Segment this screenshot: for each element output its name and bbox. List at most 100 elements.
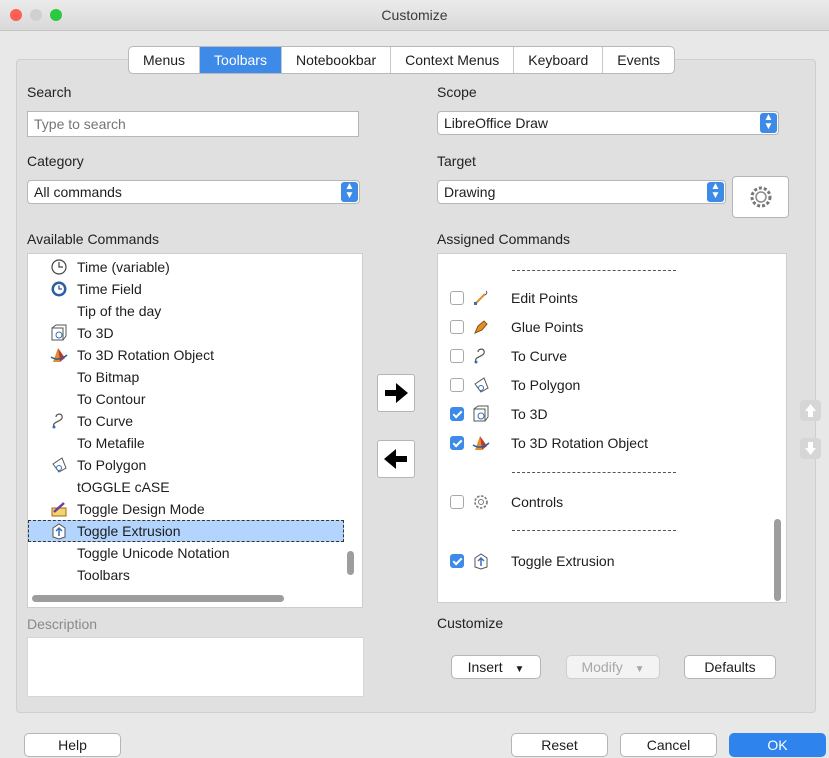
tab-context-menus[interactable]: Context Menus: [391, 47, 515, 73]
insert-dropdown-button[interactable]: Insert ▼: [451, 655, 541, 679]
design-mode-icon: [50, 500, 67, 517]
list-item-label: To Metafile: [77, 435, 145, 451]
polygon-icon: [472, 376, 489, 393]
tab-keyboard[interactable]: Keyboard: [514, 47, 604, 73]
tab-bar: Menus Toolbars Notebookbar Context Menus…: [128, 46, 676, 74]
list-item-label: tOGGLE cASE: [77, 479, 170, 495]
remove-command-button[interactable]: [377, 440, 415, 478]
reset-button[interactable]: Reset: [511, 733, 608, 757]
customize-label: Customize: [437, 615, 504, 631]
modify-label: Modify: [581, 659, 623, 675]
modify-dropdown-button[interactable]: Modify ▼: [566, 655, 660, 679]
tab-menus[interactable]: Menus: [129, 47, 201, 73]
list-item-label: Toggle Extrusion: [77, 523, 181, 539]
dropdown-arrow-icon: ▼: [514, 664, 525, 675]
edit-points-icon: [472, 289, 488, 305]
checkbox[interactable]: [450, 554, 464, 568]
category-select[interactable]: All commands ▲ ▼: [27, 180, 360, 204]
list-item[interactable]: To 3D Rotation Object: [28, 344, 344, 366]
list-item-label: To Curve: [511, 348, 568, 364]
curve-icon: [50, 412, 66, 429]
list-item[interactable]: tOGGLE cASE: [28, 476, 344, 498]
list-item-label: Glue Points: [511, 319, 584, 335]
select-stepper-icon: ▲ ▼: [760, 113, 777, 133]
vertical-scrollbar-thumb[interactable]: [774, 519, 781, 601]
curve-icon: [472, 347, 488, 364]
list-item-label: To Curve: [77, 413, 134, 429]
list-item[interactable]: Toolbars: [28, 564, 344, 586]
separator: [512, 530, 676, 532]
description-label: Description: [27, 616, 98, 632]
list-item[interactable]: To 3D Rotation Object: [438, 432, 768, 454]
move-down-button[interactable]: [800, 438, 821, 459]
list-item-label: To 3D Rotation Object: [511, 435, 648, 451]
list-item[interactable]: To Bitmap: [28, 366, 344, 388]
list-item[interactable]: To Polygon: [28, 454, 344, 476]
tab-events[interactable]: Events: [603, 47, 674, 73]
list-item[interactable]: To Polygon: [438, 374, 768, 396]
defaults-button[interactable]: Defaults: [684, 655, 776, 679]
list-item-label: To 3D: [511, 406, 548, 422]
list-item[interactable]: Glue Points: [438, 316, 768, 338]
scope-label: Scope: [437, 84, 477, 100]
list-item[interactable]: Toggle Extrusion: [438, 550, 768, 572]
list-item-label: To Polygon: [77, 457, 147, 473]
list-item[interactable]: To Contour: [28, 388, 344, 410]
list-item[interactable]: To 3D: [28, 322, 344, 344]
list-item[interactable]: Toggle Extrusion: [28, 520, 344, 542]
list-item-label: Controls: [511, 494, 564, 510]
scope-select[interactable]: LibreOffice Draw ▲ ▼: [437, 111, 779, 135]
scope-value: LibreOffice Draw: [444, 115, 549, 131]
list-item[interactable]: To Curve: [28, 410, 344, 432]
list-item[interactable]: Time Field: [28, 278, 344, 300]
assigned-commands-list[interactable]: Edit Points Glue Points To Curve To Polygon…: [437, 253, 787, 603]
checkbox[interactable]: [450, 378, 464, 392]
to-3d-icon: [50, 324, 67, 341]
vertical-scrollbar-thumb[interactable]: [347, 551, 354, 575]
list-item[interactable]: Controls: [438, 491, 768, 513]
list-item[interactable]: To Metafile: [28, 432, 344, 454]
search-label: Search: [27, 84, 72, 100]
clock-outline-icon: [50, 258, 67, 275]
list-item-label: To Polygon: [511, 377, 581, 393]
search-input[interactable]: [27, 111, 359, 137]
checkbox[interactable]: [450, 436, 464, 450]
list-item[interactable]: To 3D: [438, 403, 768, 425]
category-value: All commands: [34, 184, 122, 200]
checkbox[interactable]: [450, 495, 464, 509]
list-item-label: To 3D: [77, 325, 114, 341]
arrow-down-icon: [805, 442, 816, 455]
list-item[interactable]: Toggle Design Mode: [28, 498, 344, 520]
ok-button[interactable]: OK: [729, 733, 826, 757]
insert-label: Insert: [467, 659, 503, 675]
available-commands-label: Available Commands: [27, 231, 160, 247]
horizontal-scrollbar-thumb[interactable]: [32, 595, 284, 602]
checkbox[interactable]: [450, 407, 464, 421]
tab-notebookbar[interactable]: Notebookbar: [282, 47, 392, 73]
tab-toolbars[interactable]: Toolbars: [200, 47, 282, 73]
category-label: Category: [27, 153, 84, 169]
toolbar-options-button[interactable]: [732, 176, 789, 218]
list-item[interactable]: Tip of the day: [28, 300, 344, 322]
help-button[interactable]: Help: [24, 733, 121, 757]
checkbox[interactable]: [450, 320, 464, 334]
clock-icon: [50, 280, 67, 297]
target-select[interactable]: Drawing ▲ ▼: [437, 180, 726, 204]
to-3d-icon: [472, 405, 489, 422]
list-item[interactable]: Edit Points: [438, 287, 768, 309]
list-item[interactable]: To Curve: [438, 345, 768, 367]
list-item[interactable]: Time (variable): [28, 256, 344, 278]
checkbox[interactable]: [450, 349, 464, 363]
available-commands-list[interactable]: Time (variable) Time Field Tip of the day T…: [27, 253, 363, 608]
target-value: Drawing: [444, 184, 496, 200]
select-stepper-icon: ▲ ▼: [341, 182, 358, 202]
move-up-button[interactable]: [800, 400, 821, 421]
separator: [512, 270, 676, 272]
checkbox[interactable]: [450, 291, 464, 305]
list-item[interactable]: Toggle Unicode Notation: [28, 542, 344, 564]
glue-points-icon: [472, 318, 488, 334]
add-command-button[interactable]: [377, 374, 415, 412]
cancel-button[interactable]: Cancel: [620, 733, 717, 757]
dropdown-arrow-icon: ▼: [634, 664, 645, 675]
list-item-label: To Contour: [77, 391, 146, 407]
